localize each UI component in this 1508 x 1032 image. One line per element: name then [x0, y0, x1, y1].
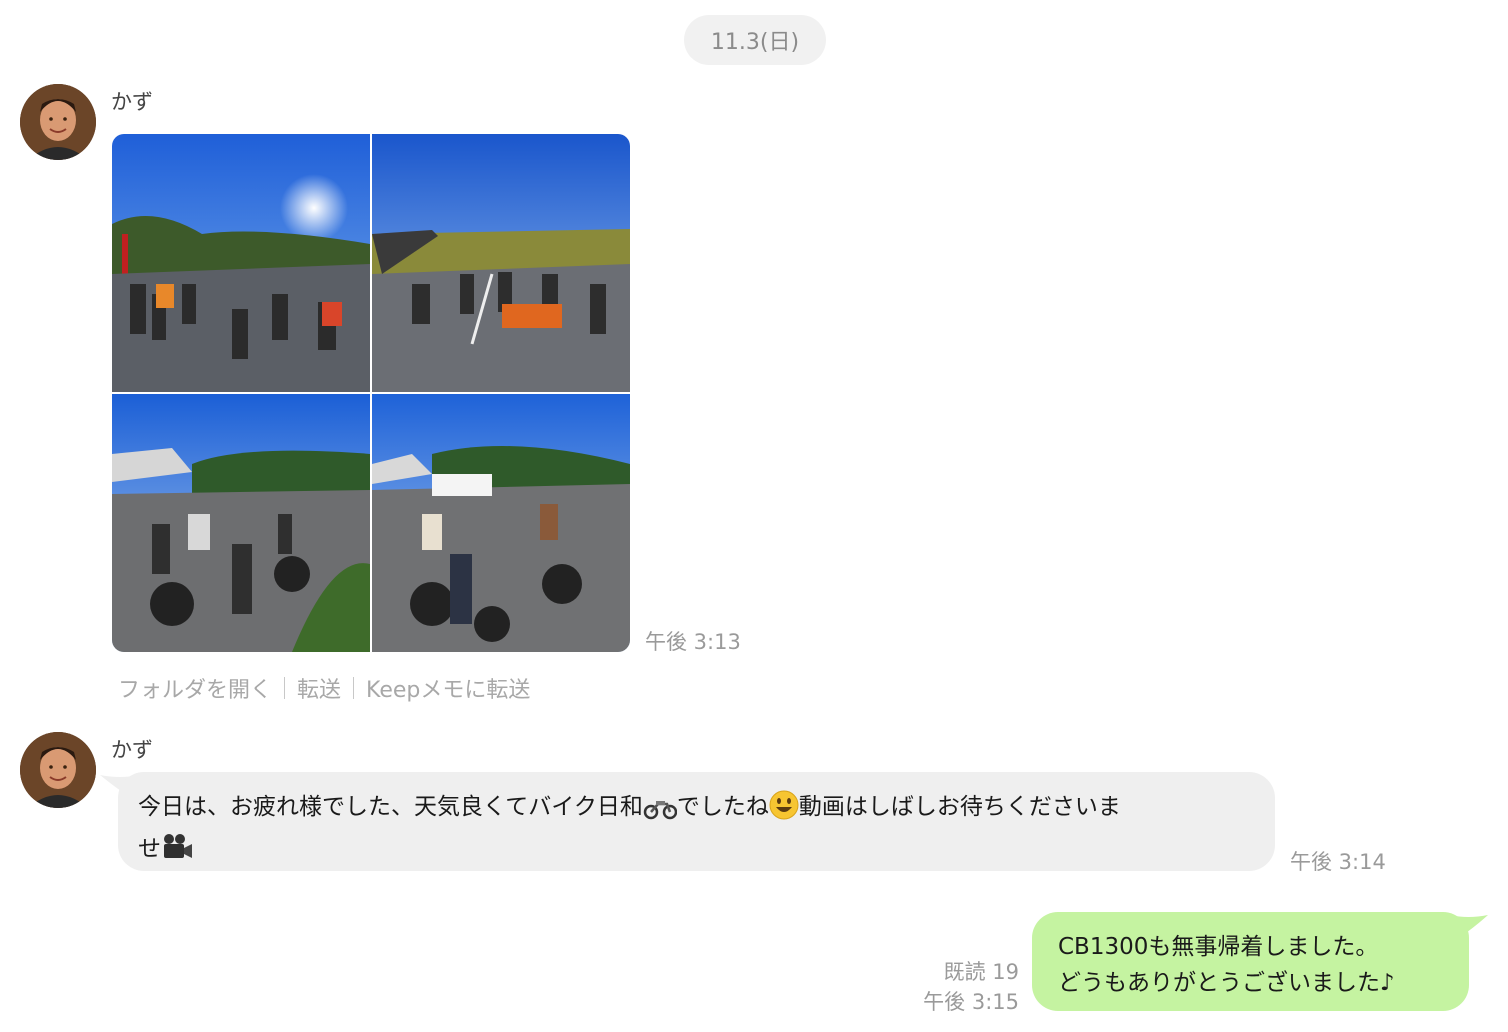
keep-memo-forward-button[interactable]: Keepメモに転送 — [366, 672, 530, 704]
message-text: 今日は、お疲れ様でした、天気良くてバイク日和 — [138, 794, 643, 820]
message-text: でしたね — [676, 794, 769, 820]
message-text-line: 今日は、お疲れ様でした、天気良くてバイク日和 でしたね 動画はしばしお待ちくださいま — [138, 789, 1251, 831]
sender-avatar[interactable] — [20, 84, 96, 160]
open-folder-button[interactable]: フォルダを開く — [118, 672, 272, 704]
divider — [353, 677, 355, 699]
video-camera-emoji — [161, 832, 193, 873]
date-separator: 11.3(日) — [684, 15, 826, 65]
message-time: 午後 3:13 — [645, 630, 741, 654]
message-time: 午後 3:14 — [1290, 850, 1386, 874]
message-text-line: どうもありがとうございました♪ — [1058, 970, 1395, 996]
incoming-message-bubble[interactable]: 今日は、お疲れ様でした、天気良くてバイク日和 でしたね 動画はしばしお待ちくださいま… — [118, 772, 1275, 871]
sender-avatar[interactable] — [20, 732, 96, 808]
message-time: 午後 3:15 — [923, 990, 1019, 1014]
read-receipt: 既読 19 — [943, 960, 1019, 984]
sender-name: かず — [111, 738, 153, 762]
message-text: 動画はしばしお待ちくださいま — [798, 794, 1121, 820]
album-actions: フォルダを開く 転送 Keepメモに転送 — [118, 672, 530, 704]
smiley-emoji — [769, 790, 799, 831]
message-text-line: せ — [138, 831, 1251, 873]
sender-name: かず — [111, 90, 153, 114]
outgoing-message-bubble[interactable]: CB1300も無事帰着しました。 どうもありがとうございました♪ — [1032, 912, 1469, 1011]
message-text: せ — [138, 836, 161, 862]
photo-thumbnail[interactable] — [372, 394, 630, 652]
motorcycle-emoji — [643, 795, 678, 831]
photo-thumbnail[interactable] — [372, 134, 630, 392]
forward-button[interactable]: 転送 — [297, 672, 341, 704]
message-text-line: CB1300も無事帰着しました。 — [1058, 934, 1379, 960]
photo-thumbnail[interactable] — [112, 394, 370, 652]
photo-thumbnail[interactable] — [112, 134, 370, 392]
divider — [284, 677, 286, 699]
photo-album[interactable] — [112, 134, 630, 652]
